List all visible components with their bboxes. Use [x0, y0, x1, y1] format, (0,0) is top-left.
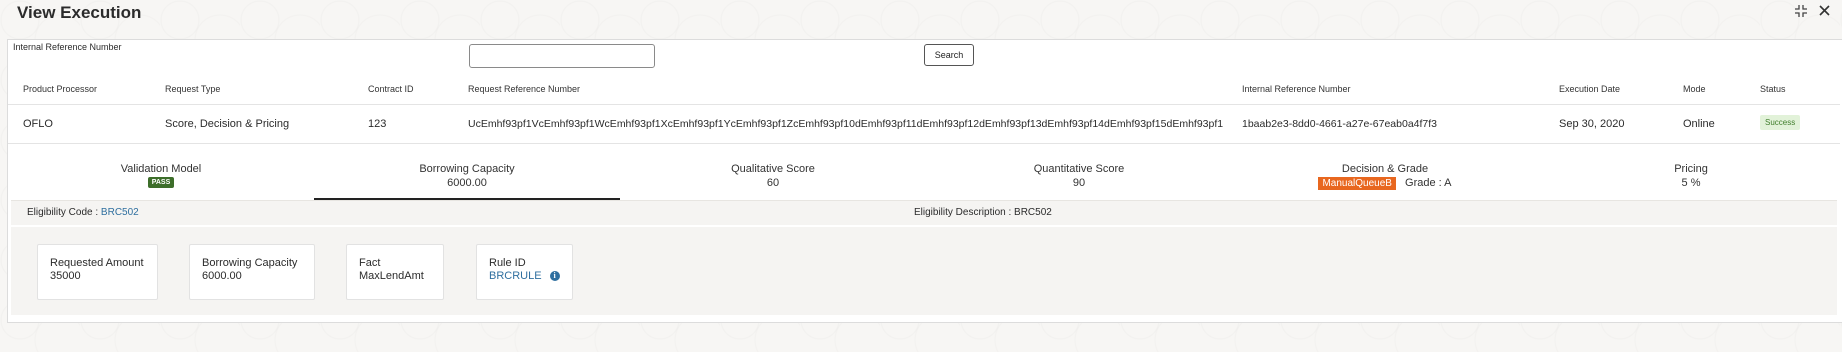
- table-header: Product Processor Request Type Contract …: [8, 76, 1840, 105]
- product-processor-cell: OFLO: [23, 118, 53, 130]
- tab-qualitative-score[interactable]: Qualitative Score 60: [620, 160, 926, 198]
- table-row[interactable]: OFLO Score, Decision & Pricing 123 UcEmh…: [8, 105, 1840, 144]
- column-header: Execution Date: [1559, 84, 1621, 94]
- result-tabs: Validation Model PASS Borrowing Capacity…: [8, 160, 1842, 200]
- fact-card: Fact MaxLendAmt: [346, 244, 444, 300]
- eligibility-bar: Eligibility Code : BRC502 Eligibility De…: [11, 200, 1837, 225]
- tab-value: 60: [766, 177, 780, 189]
- internal-reference-input[interactable]: [469, 44, 655, 68]
- search-label: Internal Reference Number: [13, 42, 122, 52]
- card-label: Borrowing Capacity: [202, 257, 298, 269]
- grade-text: Grade : A: [1405, 177, 1452, 189]
- status-cell: Success: [1760, 115, 1801, 130]
- tab-quantitative-score[interactable]: Quantitative Score 90: [926, 160, 1232, 198]
- column-header: Internal Reference Number: [1242, 84, 1351, 94]
- execution-date-cell: Sep 30, 2020: [1559, 118, 1625, 130]
- contract-id-cell: 123: [368, 118, 387, 130]
- tab-decision-grade[interactable]: Decision & Grade ManualQueueB Grade : A: [1232, 160, 1538, 198]
- eligibility-code-label: Eligibility Code :: [27, 207, 101, 218]
- rule-id-card: Rule ID BRCRULE i: [476, 244, 573, 300]
- column-header: Request Type: [165, 84, 221, 94]
- tab-label: Validation Model: [120, 163, 202, 175]
- title-bar: View Execution: [0, 0, 1842, 30]
- queue-badge: ManualQueueB: [1318, 177, 1396, 190]
- rule-id-link[interactable]: BRCRULE: [489, 270, 542, 282]
- tab-validation-model[interactable]: Validation Model PASS: [8, 160, 314, 198]
- tab-borrowing-capacity[interactable]: Borrowing Capacity 6000.00: [314, 160, 620, 200]
- tab-label: Decision & Grade: [1341, 163, 1429, 175]
- card-value: 35000: [50, 270, 81, 282]
- borrowing-capacity-card: Borrowing Capacity 6000.00: [189, 244, 315, 300]
- mode-cell: Online: [1683, 118, 1715, 130]
- card-label: Requested Amount: [50, 257, 144, 269]
- search-button[interactable]: Search: [924, 44, 974, 66]
- tab-value: 5 %: [1681, 177, 1701, 189]
- column-header: Product Processor: [23, 84, 98, 94]
- eligibility-code-link[interactable]: BRC502: [101, 207, 139, 218]
- page-title: View Execution: [17, 3, 142, 22]
- card-value: MaxLendAmt: [359, 270, 424, 282]
- tab-label: Pricing: [1674, 163, 1708, 175]
- request-reference-cell: UcEmhf93pf1VcEmhf93pf1WcEmhf93pf1XcEmhf9…: [468, 118, 1224, 130]
- column-header: Mode: [1683, 84, 1706, 94]
- tab-label: Borrowing Capacity: [419, 163, 515, 175]
- tab-value: 90: [1072, 177, 1086, 189]
- card-label: Rule ID: [489, 257, 526, 269]
- status-badge: Success: [1760, 115, 1801, 130]
- close-icon[interactable]: [1818, 4, 1831, 17]
- internal-reference-cell: 1baab2e3-8dd0-4661-a27e-67eab0a4f7f3: [1242, 118, 1438, 130]
- tab-value: 6000.00: [447, 177, 487, 189]
- tab-label: Quantitative Score: [1033, 163, 1125, 175]
- info-icon[interactable]: i: [549, 271, 560, 281]
- column-header: Contract ID: [368, 84, 414, 94]
- card-value: 6000.00: [202, 270, 242, 282]
- borrowing-capacity-details: Requested Amount 35000 Borrowing Capacit…: [11, 227, 1837, 315]
- requested-amount-card: Requested Amount 35000: [37, 244, 158, 300]
- request-type-cell: Score, Decision & Pricing: [165, 118, 290, 130]
- card-label: Fact: [359, 257, 381, 269]
- eligibility-code: Eligibility Code : BRC502: [27, 207, 139, 218]
- maximize-icon[interactable]: [1794, 4, 1808, 18]
- tab-label: Qualitative Score: [731, 163, 815, 175]
- execution-table: Product Processor Request Type Contract …: [8, 76, 1840, 144]
- tab-pricing[interactable]: Pricing 5 %: [1538, 160, 1842, 198]
- card-value: BRCRULE i: [489, 270, 560, 282]
- column-header: Status: [1760, 84, 1786, 94]
- column-header: Request Reference Number: [468, 84, 581, 94]
- decision-grade-value: ManualQueueB Grade : A: [1232, 177, 1538, 190]
- pass-badge: PASS: [147, 177, 175, 188]
- eligibility-description: Eligibility Description : BRC502: [914, 207, 1052, 218]
